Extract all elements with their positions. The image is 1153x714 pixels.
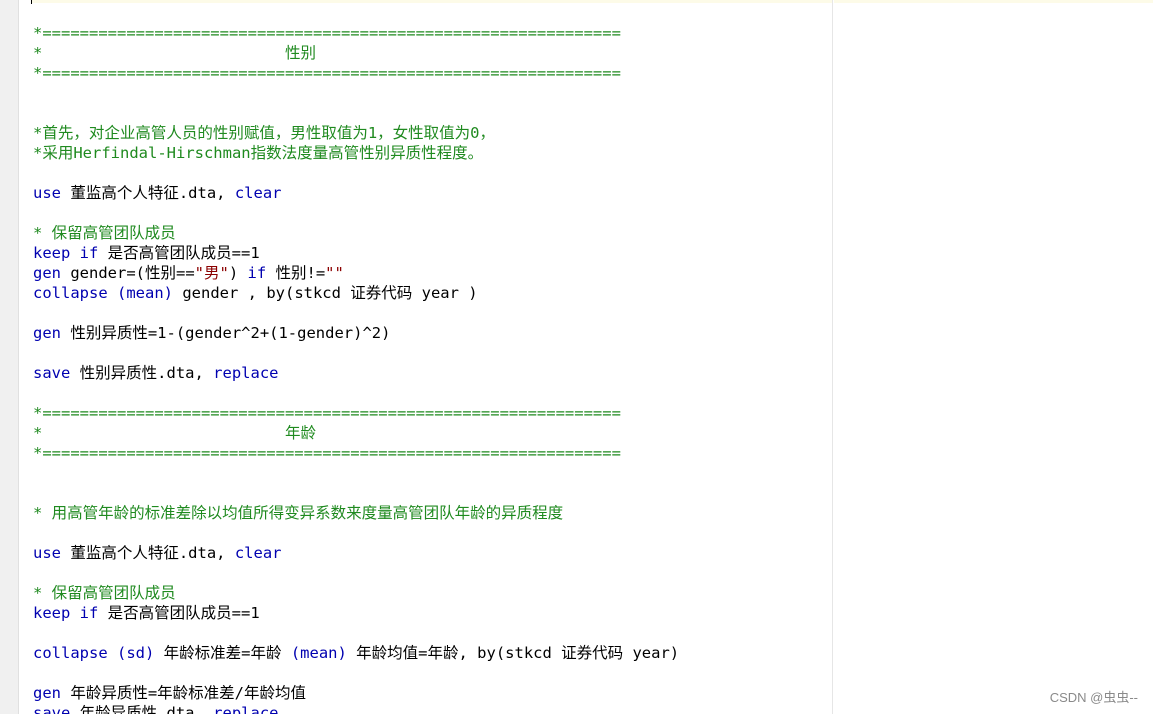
code-line: *首先，对企业高管人员的性别赋值，男性取值为1，女性取值为0， (33, 124, 495, 142)
keyword-replace: replace (213, 364, 279, 382)
code-line: * 保留高管团队成员 (33, 584, 176, 602)
code-text: 董监高个人特征.dta, (61, 184, 235, 202)
code-text: 是否高管团队成员==1 (98, 604, 260, 622)
watermark: CSDN @虫虫-- (1049, 690, 1138, 705)
code-line: gen gender=(性别=="男") if 性别!="" (33, 263, 828, 283)
keyword-save: save (33, 364, 71, 382)
code-text: 是否高管团队成员==1 (98, 244, 260, 262)
code-line: collapse (mean) gender , by(stkcd 证券代码 y… (33, 283, 828, 303)
keyword-collapse: collapse (33, 284, 108, 302)
code-text: 性别异质性.dta, (70, 364, 214, 382)
keyword-gen: gen (33, 264, 61, 282)
keyword-use: use (33, 544, 61, 562)
code-line: *=======================================… (33, 64, 621, 82)
code-text: 年龄均值=年龄, by(stkcd 证券代码 year) (346, 644, 680, 662)
code-text: 性别!= (266, 264, 326, 282)
code-text: 年龄异质性=年龄标准差/年龄均值 (61, 684, 306, 702)
code-text: 董监高个人特征.dta, (61, 544, 235, 562)
right-margin-guide (832, 0, 833, 714)
code-line: *=======================================… (33, 24, 621, 42)
code-line: gen 性别异质性=1-(gender^2+(1-gender)^2) (33, 323, 828, 343)
code-editor[interactable]: *=======================================… (33, 23, 828, 714)
keyword-save: save (33, 704, 71, 714)
keyword-clear: clear (234, 544, 282, 562)
code-line: *=======================================… (33, 404, 621, 422)
current-line-highlight-right (834, 0, 1153, 3)
keyword-gen: gen (33, 684, 61, 702)
code-text: 年龄异质性.dta, (70, 704, 214, 714)
code-line: * 保留高管团队成员 (33, 224, 176, 242)
keyword-clear: clear (234, 184, 282, 202)
code-line: * 性别 (33, 44, 316, 62)
keyword-sd: (sd) (117, 644, 155, 662)
code-text: gender , by(stkcd 证券代码 year ) (173, 284, 478, 302)
string-literal: "" (325, 264, 344, 282)
code-line: * 年龄 (33, 424, 316, 442)
keyword-mean: (mean) (117, 284, 173, 302)
keyword-if: if (247, 264, 267, 282)
code-line: *采用Herfindal-Hirschman指数法度量高管性别异质性程度。 (33, 144, 484, 162)
keyword-keep: keep (33, 244, 71, 262)
keyword-gen: gen (33, 324, 61, 342)
text-cursor (31, 0, 32, 4)
code-line: save 年龄异质性.dta, replace (33, 703, 828, 714)
code-line: keep if 是否高管团队成员==1 (33, 243, 828, 263)
current-line-highlight (31, 0, 833, 3)
keyword-collapse: collapse (33, 644, 108, 662)
keyword-if: if (70, 244, 99, 262)
code-line: gen 年龄异质性=年龄标准差/年龄均值 (33, 683, 828, 703)
code-text: 性别异质性=1-(gender^2+(1-gender)^2) (61, 324, 391, 342)
keyword-if: if (70, 604, 99, 622)
code-line: *=======================================… (33, 444, 621, 462)
code-line: use 董监高个人特征.dta, clear (33, 543, 828, 563)
code-text: 年龄标准差=年龄 (154, 644, 291, 662)
code-line: save 性别异质性.dta, replace (33, 363, 828, 383)
keyword-replace: replace (213, 704, 279, 714)
code-line: keep if 是否高管团队成员==1 (33, 603, 828, 623)
string-literal: "男" (194, 264, 229, 282)
code-line: use 董监高个人特征.dta, clear (33, 183, 828, 203)
code-line: collapse (sd) 年龄标准差=年龄 (mean) 年龄均值=年龄, b… (33, 643, 828, 663)
keyword-keep: keep (33, 604, 71, 622)
keyword-mean: (mean) (290, 644, 347, 662)
keyword-use: use (33, 184, 61, 202)
code-text: gender=(性别== (61, 264, 195, 282)
code-text: ) (228, 264, 248, 282)
editor-gutter (0, 0, 19, 714)
code-line: * 用高管年龄的标准差除以均值所得变异系数来度量高管团队年龄的异质程度 (33, 504, 564, 522)
